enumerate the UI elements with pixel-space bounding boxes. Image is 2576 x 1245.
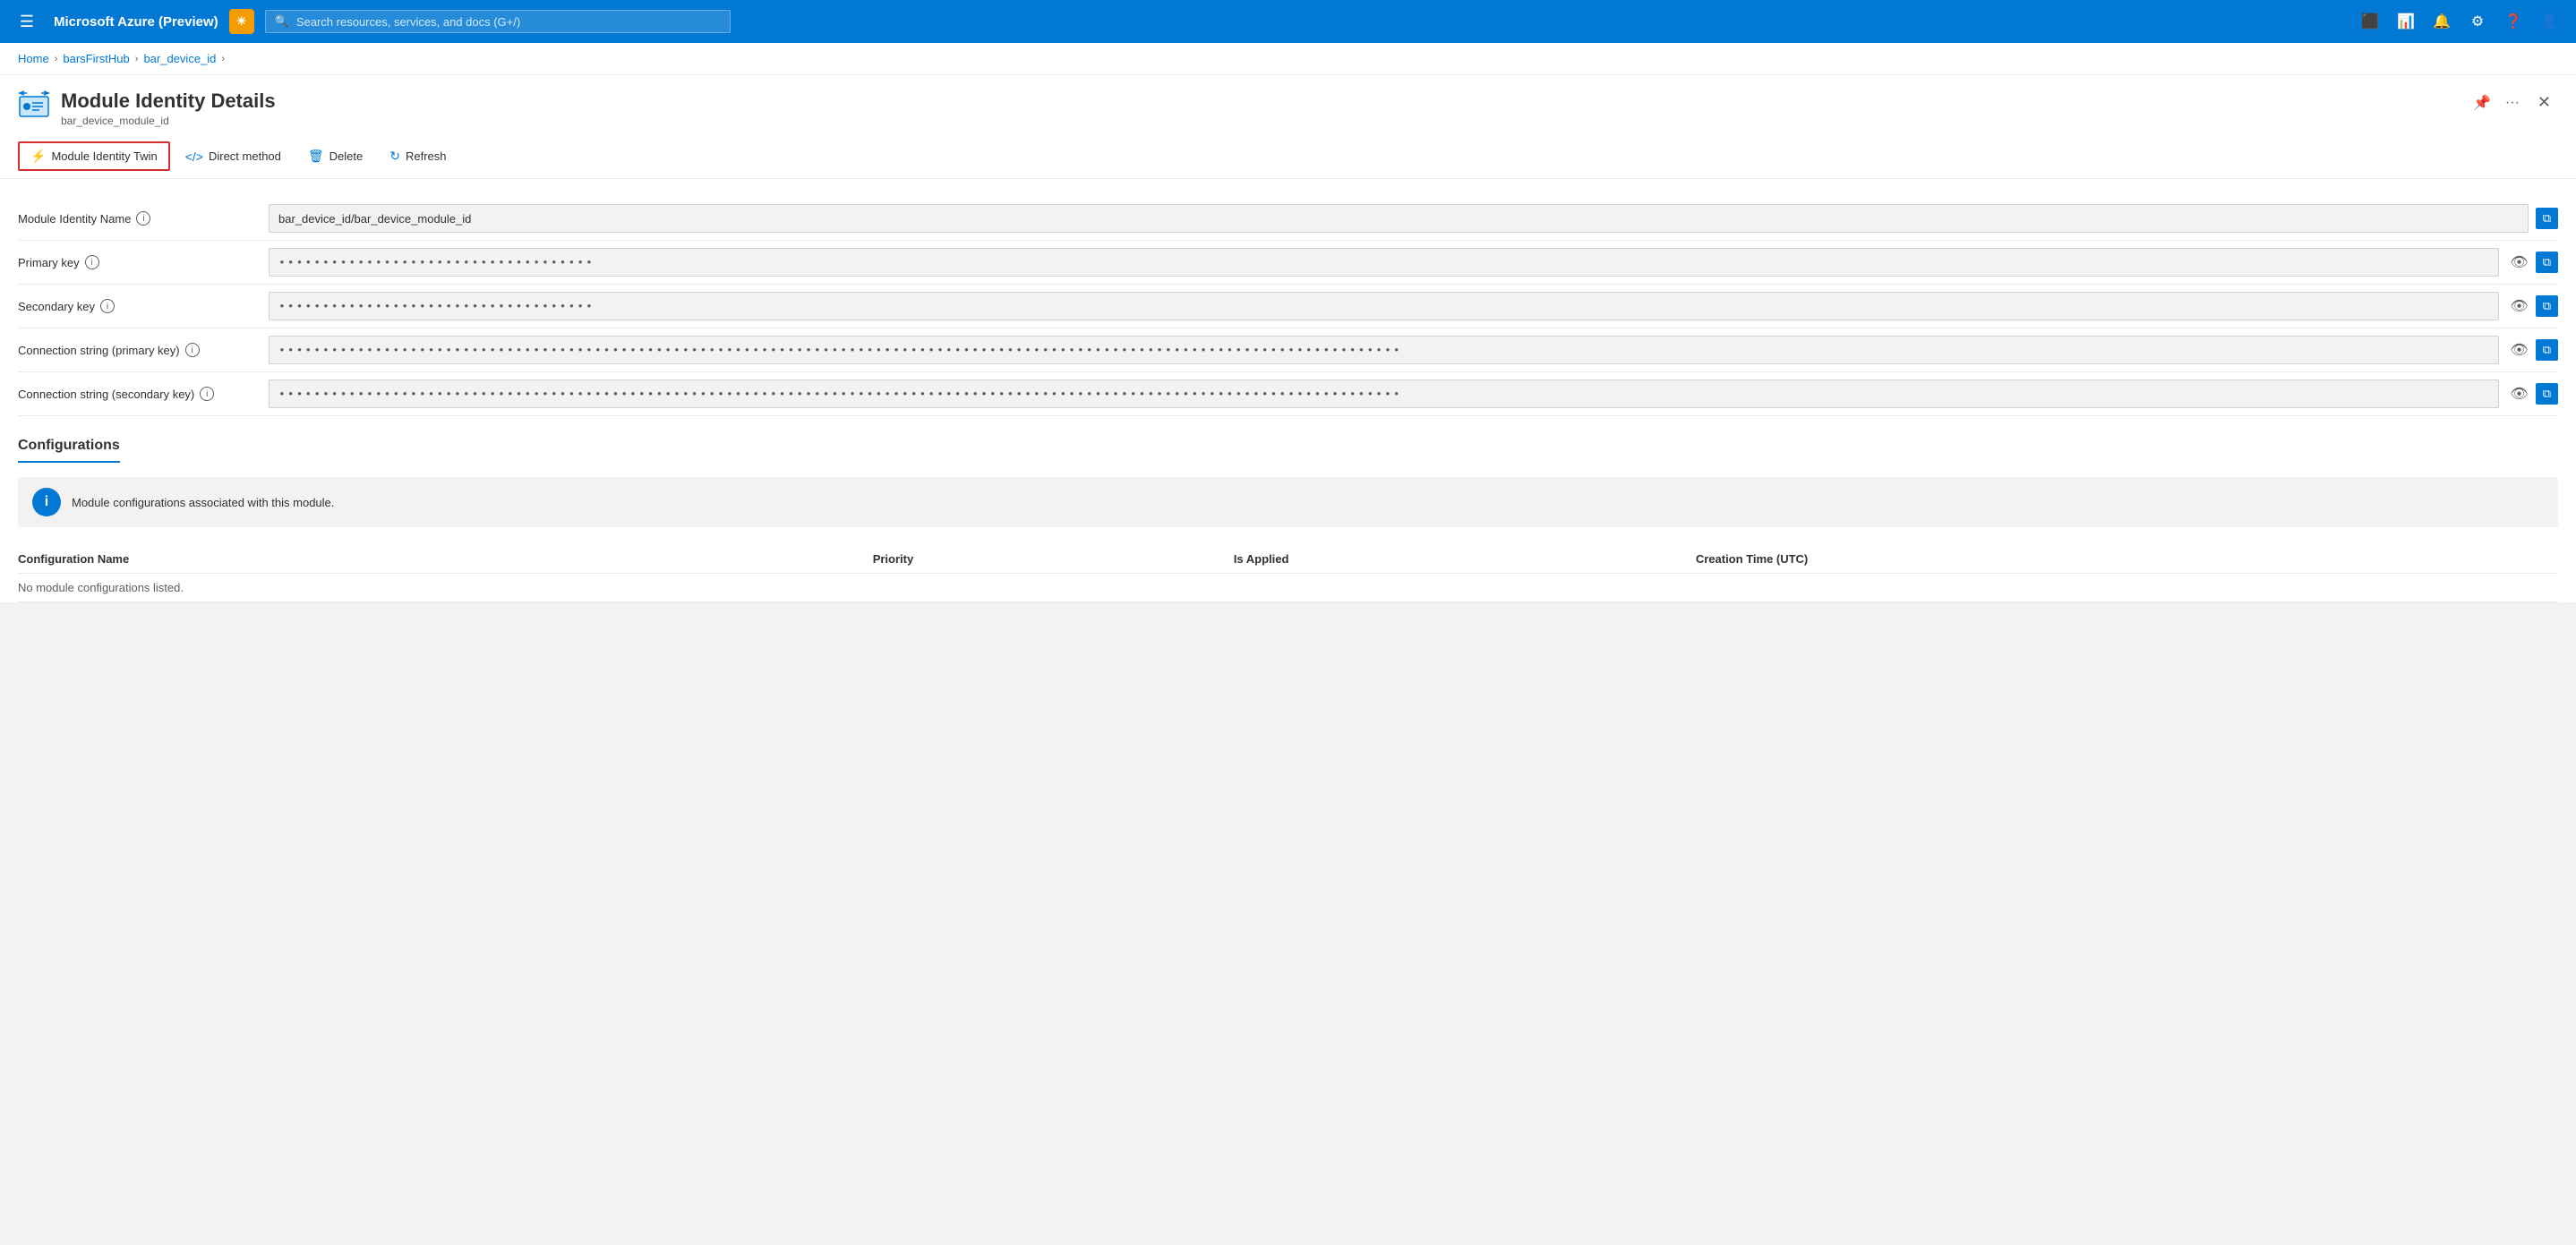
connection-string-primary-input[interactable] <box>269 336 2499 364</box>
connection-primary-copy-button[interactable]: ⧉ <box>2536 339 2558 361</box>
delete-label: Delete <box>329 149 364 163</box>
module-identity-name-row: Module Identity Name i ⧉ <box>18 197 2558 241</box>
secondary-key-value: 👁 ⧉ <box>269 292 2558 320</box>
primary-key-copy-button[interactable]: ⧉ <box>2536 252 2558 273</box>
connection-string-primary-row: Connection string (primary key) i 👁 ⧉ <box>18 328 2558 372</box>
topbar: ☰ Microsoft Azure (Preview) ☀ 🔍 ⬛ 📊 🔔 ⚙ … <box>0 0 2576 43</box>
help-circle-icon[interactable]: ❓ <box>2497 5 2529 38</box>
configurations-table-header: Configuration Name Priority Is Applied C… <box>18 545 2558 574</box>
col-header-applied: Is Applied <box>1234 545 1696 574</box>
col-header-name: Configuration Name <box>18 545 873 574</box>
primary-key-label: Primary key i <box>18 255 269 269</box>
secondary-key-info-icon[interactable]: i <box>100 299 115 313</box>
no-data-row: No module configurations listed. <box>18 574 2558 602</box>
connection-secondary-copy-button[interactable]: ⧉ <box>2536 383 2558 405</box>
configurations-table-body: No module configurations listed. <box>18 574 2558 602</box>
module-identity-name-copy-button[interactable]: ⧉ <box>2536 208 2558 229</box>
form-section: Module Identity Name i ⧉ Primary key i 👁… <box>0 179 2576 416</box>
search-bar[interactable]: 🔍 <box>265 10 731 33</box>
connection-string-secondary-label: Connection string (secondary key) i <box>18 387 269 401</box>
breadcrumb-sep-3: › <box>221 54 225 64</box>
breadcrumb-home[interactable]: Home <box>18 52 49 65</box>
breadcrumb: Home › barsFirstHub › bar_device_id › <box>0 43 2576 75</box>
direct-method-icon: </> <box>185 149 203 164</box>
refresh-label: Refresh <box>406 149 447 163</box>
breadcrumb-sep-2: › <box>135 54 139 64</box>
delete-icon: 🗑 <box>308 149 324 164</box>
panel-title-group: Module Identity Details bar_device_modul… <box>61 90 2469 127</box>
direct-method-button[interactable]: </> Direct method <box>174 143 293 170</box>
connection-secondary-eye-button[interactable]: 👁 <box>2506 381 2531 406</box>
secondary-key-row: Secondary key i 👁 ⧉ <box>18 285 2558 328</box>
azure-logo-icon: ☀ <box>229 9 254 34</box>
primary-key-actions: 👁 ⧉ <box>2506 250 2558 275</box>
connection-string-primary-label: Connection string (primary key) i <box>18 343 269 357</box>
primary-key-input[interactable] <box>269 248 2499 277</box>
panel-title: Module Identity Details <box>61 90 2469 113</box>
primary-key-value: 👁 ⧉ <box>269 248 2558 277</box>
panel-subtitle: bar_device_module_id <box>61 115 2469 127</box>
close-panel-button[interactable]: ✕ <box>2530 90 2558 115</box>
topbar-icon-group: ⬛ 📊 🔔 ⚙ ❓ 👤 <box>2354 5 2565 38</box>
info-circle-icon: i <box>32 488 61 516</box>
more-options-button[interactable]: ··· <box>2502 91 2523 115</box>
refresh-button[interactable]: ↻ Refresh <box>378 142 458 170</box>
connection-string-secondary-input[interactable] <box>269 379 2499 408</box>
primary-key-row: Primary key i 👁 ⧉ <box>18 241 2558 285</box>
connection-primary-info-icon[interactable]: i <box>185 343 200 357</box>
breadcrumb-sep-1: › <box>55 54 58 64</box>
breadcrumb-hub[interactable]: barsFirstHub <box>63 52 129 65</box>
connection-primary-actions: 👁 ⧉ <box>2506 337 2558 362</box>
panel-header: Module Identity Details bar_device_modul… <box>0 75 2576 134</box>
module-identity-name-actions: ⧉ <box>2536 208 2558 229</box>
panel-header-actions: 📌 ··· ✕ <box>2469 90 2558 115</box>
secondary-key-copy-button[interactable]: ⧉ <box>2536 295 2558 317</box>
portal-icon[interactable]: 📊 <box>2390 5 2422 38</box>
connection-string-secondary-value: 👁 ⧉ <box>269 379 2558 408</box>
secondary-key-label: Secondary key i <box>18 299 269 313</box>
module-identity-name-value: ⧉ <box>269 204 2558 233</box>
configurations-title: Configurations <box>18 438 120 463</box>
refresh-icon: ↻ <box>389 149 400 164</box>
direct-method-label: Direct method <box>209 149 281 163</box>
col-header-creation-time: Creation Time (UTC) <box>1696 545 2558 574</box>
module-identity-name-info-icon[interactable]: i <box>136 211 150 226</box>
search-icon: 🔍 <box>275 14 289 29</box>
hamburger-menu-button[interactable]: ☰ <box>11 5 43 38</box>
module-identity-name-label: Module Identity Name i <box>18 211 269 226</box>
notification-bell-icon[interactable]: 🔔 <box>2426 5 2458 38</box>
connection-string-secondary-row: Connection string (secondary key) i 👁 ⧉ <box>18 372 2558 416</box>
connection-secondary-info-icon[interactable]: i <box>200 387 214 401</box>
account-icon[interactable]: 👤 <box>2533 5 2565 38</box>
configurations-info-text: Module configurations associated with th… <box>72 496 334 509</box>
secondary-key-actions: 👁 ⧉ <box>2506 294 2558 319</box>
breadcrumb-device[interactable]: bar_device_id <box>143 52 216 65</box>
connection-string-primary-value: 👁 ⧉ <box>269 336 2558 364</box>
module-twin-icon: ⚡ <box>30 149 46 164</box>
settings-gear-icon[interactable]: ⚙ <box>2461 5 2494 38</box>
module-identity-icon <box>18 90 50 122</box>
main-panel: Module Identity Details bar_device_modul… <box>0 75 2576 602</box>
module-identity-twin-button[interactable]: ⚡ Module Identity Twin <box>18 141 170 171</box>
app-title: Microsoft Azure (Preview) <box>54 14 218 30</box>
module-identity-twin-label: Module Identity Twin <box>51 149 157 163</box>
col-header-priority: Priority <box>873 545 1234 574</box>
module-identity-name-input[interactable] <box>269 204 2529 233</box>
no-data-message: No module configurations listed. <box>18 574 2558 602</box>
configurations-info-banner: i Module configurations associated with … <box>18 477 2558 527</box>
secondary-key-input[interactable] <box>269 292 2499 320</box>
toolbar: ⚡ Module Identity Twin </> Direct method… <box>0 134 2576 179</box>
connection-primary-eye-button[interactable]: 👁 <box>2506 337 2531 362</box>
pin-icon-button[interactable]: 📌 <box>2469 90 2495 115</box>
table-header-row: Configuration Name Priority Is Applied C… <box>18 545 2558 574</box>
primary-key-eye-button[interactable]: 👁 <box>2506 250 2531 275</box>
configurations-section: Configurations i Module configurations a… <box>0 416 2576 602</box>
connection-secondary-actions: 👁 ⧉ <box>2506 381 2558 406</box>
secondary-key-eye-button[interactable]: 👁 <box>2506 294 2531 319</box>
cloud-shell-icon[interactable]: ⬛ <box>2354 5 2386 38</box>
primary-key-info-icon[interactable]: i <box>85 255 99 269</box>
configurations-table: Configuration Name Priority Is Applied C… <box>18 545 2558 602</box>
search-input[interactable] <box>296 15 721 29</box>
delete-button[interactable]: 🗑 Delete <box>296 142 374 170</box>
